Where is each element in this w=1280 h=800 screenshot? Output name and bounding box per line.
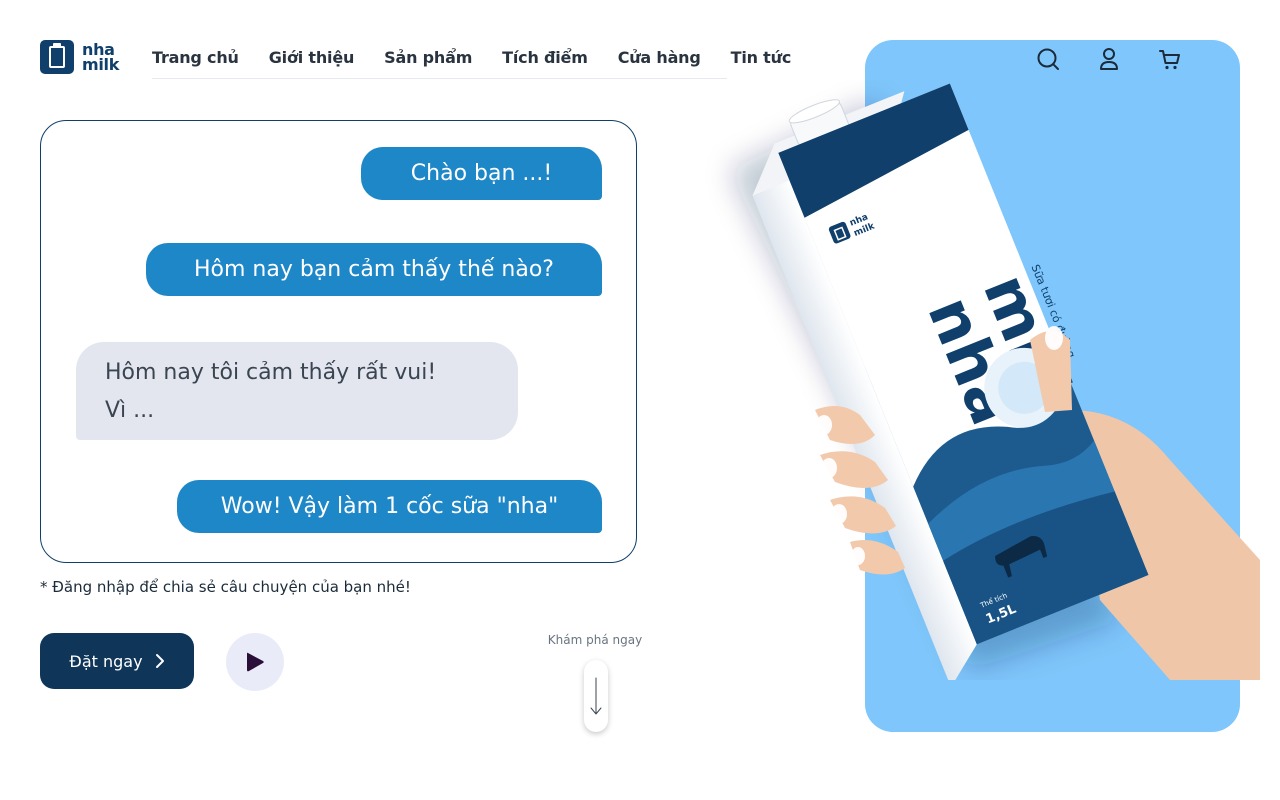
user-icon [1100,48,1118,70]
nav-item-news[interactable]: Tin tức [731,48,792,78]
brand-logo[interactable]: nha milk [40,40,119,74]
nav-item-home[interactable]: Trang chủ [152,48,239,78]
nav-item-stores[interactable]: Cửa hàng [618,48,701,78]
logo-wordmark: nha milk [82,42,120,74]
search-button[interactable] [1036,46,1060,72]
order-now-label: Đặt ngay [69,651,143,671]
nav-item-about[interactable]: Giới thiệu [269,48,355,78]
reply-line-1: Hôm nay tôi cảm thấy rất vui! [105,360,437,385]
nav-item-points[interactable]: Tích điểm [502,48,588,78]
nav-item-products[interactable]: Sản phẩm [384,48,472,78]
play-icon [247,652,264,672]
search-icon [1037,48,1059,70]
milk-carton-logo-icon [40,40,74,74]
chat-bubble-greeting: Chào bạn ...! [361,147,602,200]
cart-icon [1159,50,1180,70]
reply-line-2: Vì ... [105,398,155,423]
product-hero-image: nha milk nha milk Sữa tươi có đường Thể … [730,83,1260,680]
play-video-button[interactable] [226,633,284,691]
arrow-down-icon [590,677,602,715]
logo-line-2: milk [82,55,120,74]
scroll-down-button[interactable] [584,660,608,732]
login-note: * Đăng nhập để chia sẻ câu chuyện của bạ… [40,578,411,596]
chat-bubble-suggestion: Wow! Vậy làm 1 cốc sữa "nha" [177,480,602,533]
main-nav: Trang chủ Giới thiệu Sản phẩm Tích điểm … [152,48,791,79]
explore-label: Khám phá ngay [547,633,643,647]
header-actions [1036,46,1182,72]
account-button[interactable] [1097,46,1121,72]
cart-button[interactable] [1158,46,1182,72]
chevron-right-icon [155,654,164,668]
chat-bubble-user-reply: Hôm nay tôi cảm thấy rất vui! Vì ... [76,342,518,440]
order-now-button[interactable]: Đặt ngay [40,633,194,689]
chat-bubble-question: Hôm nay bạn cảm thấy thế nào? [146,243,602,296]
chat-card: Chào bạn ...! Hôm nay bạn cảm thấy thế n… [40,120,637,563]
